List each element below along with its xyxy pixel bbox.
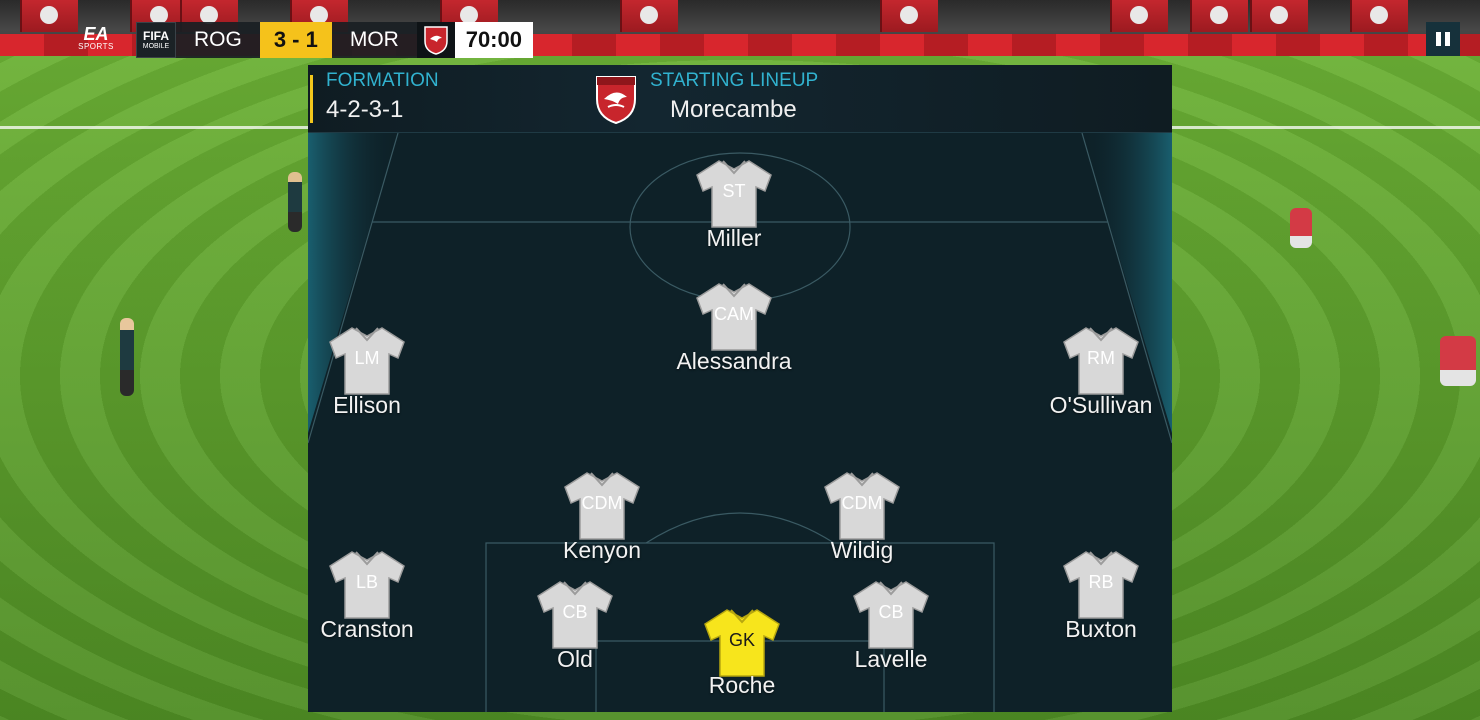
ad-board <box>880 0 938 32</box>
player-position: GK <box>728 630 755 650</box>
match-clock: 70:00 <box>454 22 533 58</box>
player-name: O'Sullivan <box>1049 392 1153 418</box>
mobile-logo-text: MOBILE <box>142 42 170 50</box>
ad-board <box>1190 0 1248 32</box>
ea-logo-text: EA <box>83 24 109 44</box>
player-name: Roche <box>708 672 776 698</box>
ad-board <box>1350 0 1408 32</box>
player-slot[interactable]: LM Ellison <box>297 324 437 424</box>
morecambe-crest-icon <box>416 22 455 58</box>
player-name: Ellison <box>333 392 401 418</box>
player-slot[interactable]: RB Buxton <box>1031 548 1171 648</box>
ea-sports-logo: EA SPORTS <box>76 24 116 54</box>
pause-icon <box>1445 32 1450 46</box>
player-position: CB <box>562 602 588 622</box>
player-position: RM <box>1087 348 1115 368</box>
player-slot[interactable]: CB Lavelle <box>821 578 961 678</box>
player-name: Old <box>557 646 593 672</box>
player-name: Wildig <box>830 537 894 563</box>
player-slot[interactable]: CDM Kenyon <box>532 469 672 569</box>
lineup-panel: FORMATION 4-2-3-1 STARTING LINEUP Moreca… <box>308 65 1172 712</box>
player-name: Miller <box>706 225 762 251</box>
team-name: Morecambe <box>670 96 797 123</box>
scoreboard: FIFA MOBILE ROG 3 - 1 MOR 70:00 <box>136 22 533 58</box>
formation-value: 4-2-3-1 <box>326 96 404 123</box>
formation-label: FORMATION <box>326 70 439 91</box>
starting-lineup-label: STARTING LINEUP <box>650 70 819 91</box>
player-position: CDM <box>841 493 883 513</box>
player-slot[interactable]: CAM Alessandra <box>664 280 804 380</box>
pause-icon <box>1436 32 1441 46</box>
player-name: Buxton <box>1065 616 1137 642</box>
player-position: CAM <box>714 304 754 324</box>
home-team-code: ROG <box>194 28 242 51</box>
fifa-logo-text: FIFA <box>143 28 169 43</box>
player-position: LB <box>355 572 379 592</box>
player-name: Kenyon <box>562 537 641 563</box>
background-player <box>288 172 302 232</box>
ea-logo-sub: SPORTS <box>78 42 114 51</box>
ad-board <box>1250 0 1308 32</box>
player-slot[interactable]: CB Old <box>505 578 645 678</box>
player-position: RB <box>1088 572 1114 592</box>
player-slot[interactable]: ST Miller <box>664 157 804 257</box>
lineup-header: FORMATION 4-2-3-1 STARTING LINEUP Moreca… <box>308 65 1172 133</box>
player-position: CDM <box>581 493 623 513</box>
player-slot-goalkeeper[interactable]: GK Roche <box>672 606 812 706</box>
ad-board <box>620 0 678 32</box>
morecambe-crest-icon <box>596 76 636 125</box>
player-slot[interactable]: RM O'Sullivan <box>1031 324 1171 424</box>
background-player <box>1290 208 1312 248</box>
pause-button[interactable] <box>1426 22 1460 56</box>
player-slot[interactable]: CDM Wildig <box>792 469 932 569</box>
player-position: LM <box>354 348 380 368</box>
match-score: 3 - 1 <box>259 22 332 58</box>
player-slot[interactable]: LB Cranston <box>297 548 437 648</box>
ad-board <box>20 0 78 32</box>
ad-board <box>1110 0 1168 32</box>
formation-accent-bar <box>310 75 313 123</box>
player-name: Alessandra <box>676 348 792 374</box>
away-team-code: MOR <box>349 28 399 51</box>
background-player <box>1440 336 1476 386</box>
player-position: ST <box>722 181 746 201</box>
fifa-mobile-logo: FIFA MOBILE <box>136 22 176 58</box>
player-name: Lavelle <box>854 646 928 672</box>
player-name: Cranston <box>320 616 414 642</box>
background-player <box>120 318 134 396</box>
player-position: CB <box>878 602 904 622</box>
